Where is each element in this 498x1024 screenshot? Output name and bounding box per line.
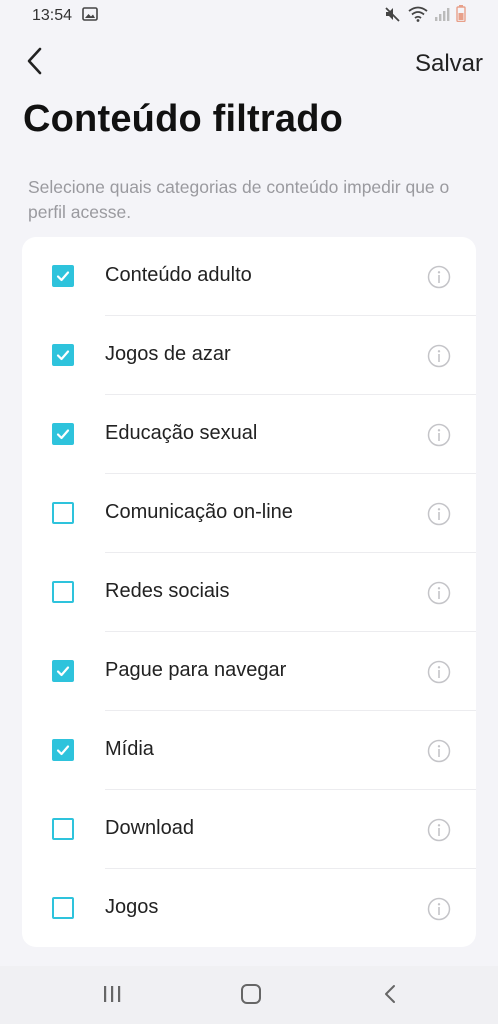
checkmark-icon: [55, 742, 71, 758]
checkbox-unchecked[interactable]: [52, 502, 74, 524]
category-label: Jogos: [105, 896, 159, 918]
category-label: Comunicação on-line: [105, 501, 293, 523]
save-button[interactable]: Salvar: [415, 50, 483, 78]
wifi-icon: [408, 6, 428, 27]
category-label: Educação sexual: [105, 422, 258, 444]
mute-icon: [384, 6, 402, 27]
chevron-left-icon: [25, 46, 45, 81]
home-icon: [240, 983, 262, 1010]
category-row[interactable]: Comunicação on-line: [22, 474, 476, 553]
info-icon[interactable]: [427, 897, 451, 921]
category-label: Redes sociais: [105, 580, 230, 602]
checkbox-checked[interactable]: [52, 739, 74, 761]
info-icon[interactable]: [427, 818, 451, 842]
category-label: Conteúdo adulto: [105, 264, 252, 286]
status-left: 13:54: [32, 6, 98, 26]
category-row[interactable]: Educação sexual: [22, 395, 476, 474]
image-notification-icon: [82, 6, 98, 26]
checkbox-checked[interactable]: [52, 660, 74, 682]
category-row[interactable]: Jogos: [22, 869, 476, 948]
checkmark-icon: [55, 347, 71, 363]
signal-icon: [434, 6, 450, 27]
category-label: Pague para navegar: [105, 659, 287, 681]
info-icon[interactable]: [427, 581, 451, 605]
navigation-bar: [0, 966, 498, 1024]
category-label: Download: [105, 817, 194, 839]
category-row[interactable]: Conteúdo adulto: [22, 237, 476, 316]
back-icon: [382, 983, 398, 1010]
info-icon[interactable]: [427, 660, 451, 684]
home-button[interactable]: [231, 980, 271, 1012]
category-row[interactable]: Pague para navegar: [22, 632, 476, 711]
checkbox-checked[interactable]: [52, 423, 74, 445]
checkbox-checked[interactable]: [52, 344, 74, 366]
category-row[interactable]: Redes sociais: [22, 553, 476, 632]
back-button[interactable]: [18, 46, 52, 80]
checkmark-icon: [55, 663, 71, 679]
nav-back-button[interactable]: [370, 980, 410, 1012]
category-label: Mídia: [105, 738, 154, 760]
info-icon[interactable]: [427, 265, 451, 289]
category-row[interactable]: Mídia: [22, 711, 476, 790]
header: Salvar: [0, 40, 498, 90]
info-icon[interactable]: [427, 423, 451, 447]
page-title: Conteúdo filtrado: [23, 98, 344, 140]
status-bar: 13:54: [0, 0, 498, 32]
status-right: [384, 5, 466, 27]
info-icon[interactable]: [427, 502, 451, 526]
category-row[interactable]: Jogos de azar: [22, 316, 476, 395]
info-icon[interactable]: [427, 739, 451, 763]
category-row[interactable]: Download: [22, 790, 476, 869]
category-list: Conteúdo adulto Jogos de azar Educação sex…: [22, 237, 476, 947]
status-time: 13:54: [32, 7, 73, 24]
checkbox-unchecked[interactable]: [52, 581, 74, 603]
recent-apps-button[interactable]: [92, 980, 132, 1012]
page-description: Selecione quais categorias de conteúdo i…: [28, 177, 450, 222]
category-label: Jogos de azar: [105, 343, 231, 365]
battery-icon: [456, 5, 466, 27]
info-icon[interactable]: [427, 344, 451, 368]
checkbox-unchecked[interactable]: [52, 897, 74, 919]
checkbox-unchecked[interactable]: [52, 818, 74, 840]
checkmark-icon: [55, 426, 71, 442]
checkbox-checked[interactable]: [52, 265, 74, 287]
recent-apps-icon: [101, 984, 123, 1009]
checkmark-icon: [55, 268, 71, 284]
